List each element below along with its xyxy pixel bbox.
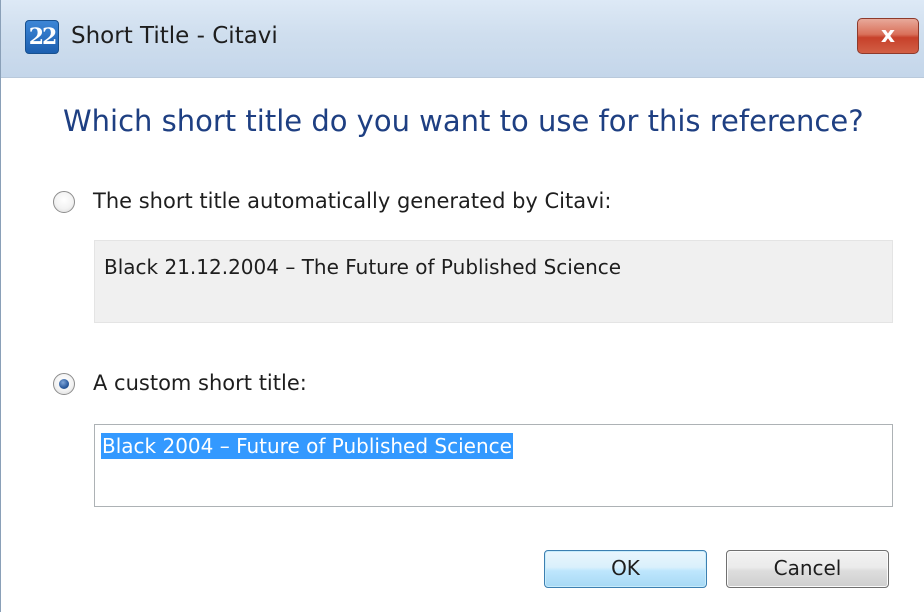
close-icon: x: [880, 23, 896, 48]
auto-title-radio[interactable]: [53, 191, 75, 213]
cancel-button[interactable]: Cancel: [726, 550, 889, 588]
custom-title-value[interactable]: Black 2004 – Future of Published Science: [101, 433, 513, 459]
close-button[interactable]: x: [857, 18, 919, 54]
dialog-question: Which short title do you want to use for…: [63, 104, 864, 138]
title-bar[interactable]: 22 Short Title - Citavi x: [1, 0, 924, 78]
app-icon-glyph: 22: [28, 24, 58, 50]
ok-button[interactable]: OK: [544, 550, 707, 588]
citavi-app-icon[interactable]: 22: [25, 20, 59, 54]
dialog-window: 22 Short Title - Citavi x Which short ti…: [0, 0, 924, 612]
custom-title-input[interactable]: Black 2004 – Future of Published Science: [94, 424, 893, 507]
radio-selected-dot: [59, 379, 69, 389]
auto-title-value: Black 21.12.2004 – The Future of Publish…: [104, 255, 622, 279]
auto-title-display: Black 21.12.2004 – The Future of Publish…: [94, 240, 893, 323]
custom-title-radio[interactable]: [53, 373, 75, 395]
window-title: Short Title - Citavi: [71, 23, 278, 49]
custom-title-label[interactable]: A custom short title:: [93, 371, 307, 395]
auto-title-label[interactable]: The short title automatically generated …: [93, 189, 611, 213]
